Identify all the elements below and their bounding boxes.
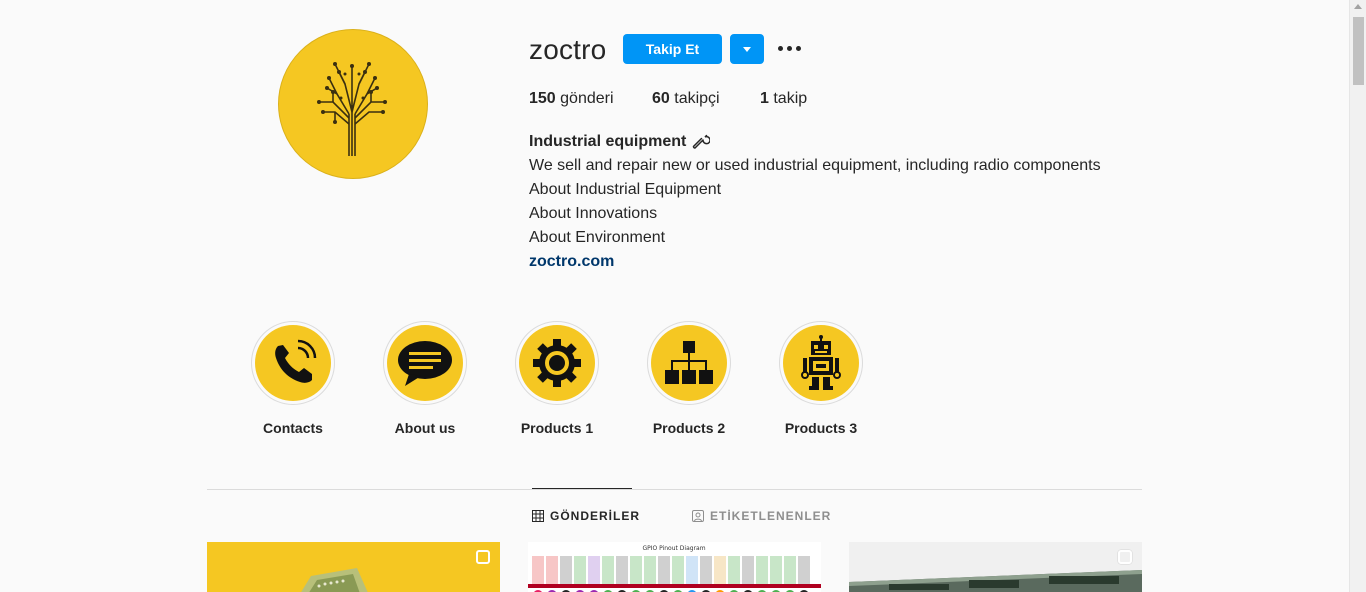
tagged-user-icon — [692, 510, 704, 522]
chat-bubble-icon — [398, 341, 452, 386]
highlight-about-us[interactable]: About us — [383, 321, 467, 436]
highlight-products-2[interactable]: Products 2 — [647, 321, 731, 436]
highlight-ring — [251, 321, 335, 405]
highlight-label: Products 1 — [520, 420, 594, 436]
circuit-board-image — [301, 568, 368, 592]
bio-name-text: Industrial equipment — [529, 133, 687, 150]
highlight-contacts[interactable]: Contacts — [251, 321, 335, 436]
highlight-ring — [515, 321, 599, 405]
profile-avatar[interactable] — [278, 29, 428, 179]
tab-posts[interactable]: GÖNDERİLER — [532, 509, 640, 523]
post-thumbnail[interactable] — [849, 542, 1142, 592]
highlight-products-1[interactable]: Products 1 — [515, 321, 599, 436]
page-scrollbar[interactable] — [1349, 0, 1366, 592]
circuit-board-photo-image — [849, 542, 1142, 592]
highlight-ring — [779, 321, 863, 405]
hierarchy-icon — [665, 341, 713, 384]
wrench-icon — [693, 134, 711, 149]
more-dot-icon — [778, 46, 783, 51]
profile-bio: Industrial equipment We sell and repair … — [529, 130, 1101, 274]
bio-line: About Environment — [529, 229, 666, 246]
posts-count: 150 gönderi — [529, 90, 614, 108]
more-options-button[interactable] — [776, 38, 802, 60]
followers-count[interactable]: 60 takipçi — [652, 90, 720, 108]
gpio-pinout-image: GPIO Pinout Diagram — [528, 542, 821, 592]
highlight-label: Contacts — [263, 420, 323, 436]
posts-count-label: gönderi — [560, 90, 614, 107]
carousel-indicator-icon — [476, 550, 490, 564]
highlight-label: Products 2 — [652, 420, 726, 436]
highlight-cover — [255, 325, 331, 401]
posts-count-value: 150 — [529, 90, 556, 107]
highlight-cover — [651, 325, 727, 401]
more-dot-icon — [796, 46, 801, 51]
following-count-label: takip — [773, 90, 808, 107]
tab-tagged-label: ETİKETLENENLER — [710, 509, 832, 523]
circuit-tree-logo-icon — [317, 62, 387, 156]
followers-count-value: 60 — [652, 90, 670, 107]
bio-line: About Innovations — [529, 205, 658, 222]
highlight-label: Products 3 — [784, 420, 858, 436]
following-count-value: 1 — [760, 90, 769, 107]
robot-icon — [801, 335, 841, 390]
more-dot-icon — [787, 46, 792, 51]
following-count[interactable]: 1 takip — [760, 90, 807, 108]
bio-line: We sell and repair new or used industria… — [529, 157, 1101, 174]
followers-count-label: takipçi — [674, 90, 720, 107]
scroll-up-arrow-icon[interactable] — [1354, 4, 1362, 9]
highlight-ring — [383, 321, 467, 405]
post-caption: GPIO Pinout Diagram — [642, 545, 705, 552]
tab-tagged[interactable]: ETİKETLENENLER — [692, 509, 831, 523]
tab-posts-label: GÖNDERİLER — [550, 509, 641, 523]
highlight-ring — [647, 321, 731, 405]
bio-line: About Industrial Equipment — [529, 181, 722, 198]
bio-name: Industrial equipment — [529, 130, 1101, 154]
highlight-label: About us — [394, 420, 456, 436]
highlight-cover — [783, 325, 859, 401]
highlight-cover — [519, 325, 595, 401]
follow-button[interactable]: Takip Et — [623, 34, 722, 64]
phone-icon — [275, 339, 317, 383]
suggested-accounts-dropdown-button[interactable] — [730, 34, 764, 64]
carousel-indicator-icon — [1118, 550, 1132, 564]
caret-down-icon — [743, 47, 751, 52]
active-tab-indicator — [532, 488, 632, 489]
profile-username: zoctro — [529, 34, 607, 65]
highlight-cover — [387, 325, 463, 401]
scrollbar-thumb[interactable] — [1353, 17, 1364, 85]
grid-icon — [532, 510, 544, 522]
post-thumbnail[interactable] — [207, 542, 500, 592]
tabs-divider — [207, 489, 1142, 490]
gear-icon — [533, 339, 581, 387]
post-thumbnail[interactable]: GPIO Pinout Diagram — [528, 542, 821, 592]
highlight-products-3[interactable]: Products 3 — [779, 321, 863, 436]
bio-website-link[interactable]: zoctro.com — [529, 250, 1101, 274]
